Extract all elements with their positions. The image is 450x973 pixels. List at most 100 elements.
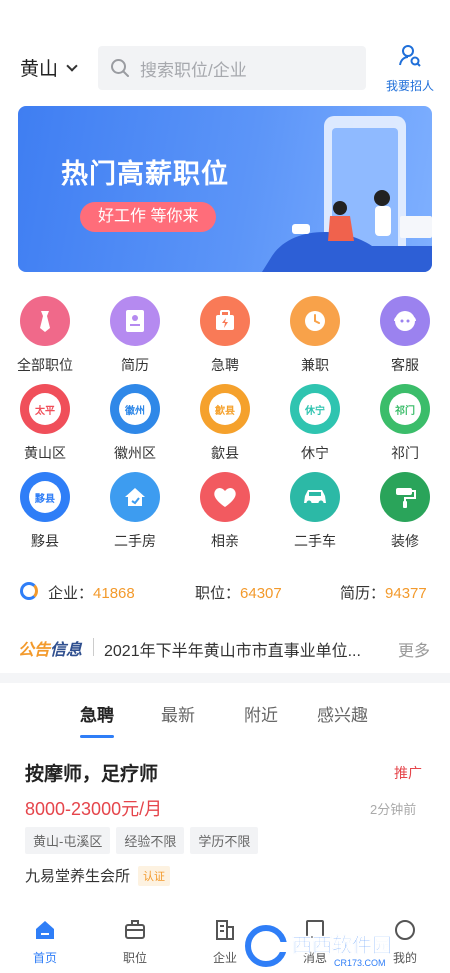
grid-label: 装修 <box>391 533 419 549</box>
location-pin-icon: 太平 <box>20 384 70 434</box>
nav-jobs[interactable]: 职位 <box>110 918 160 966</box>
clock-icon <box>290 296 340 346</box>
stats-bar: 企业：41868 职位：64307 简历：94377 <box>0 576 450 606</box>
section-divider <box>0 673 450 683</box>
promo-label: 推广 <box>394 765 422 781</box>
banner-pill: 好工作 等你来 <box>80 202 217 232</box>
grid-label: 急聘 <box>211 357 239 373</box>
grid-item-huangshan-district[interactable]: 太平 黄山区 <box>10 384 80 463</box>
grid-label: 二手车 <box>294 533 336 549</box>
notice-bar[interactable]: 公告信息 2021年下半年黄山市市直事业单位... 更多 <box>0 626 450 666</box>
grid-label: 简历 <box>121 357 149 373</box>
resume-icon <box>110 296 160 346</box>
home-icon <box>36 921 54 939</box>
grid-item-used-car[interactable]: 二手车 <box>280 472 350 551</box>
grid-label: 歙县 <box>211 445 239 461</box>
site-watermark: 西西软件园 CR173.COM <box>245 925 392 968</box>
grid-label: 黄山区 <box>24 445 66 461</box>
grid-item-parttime[interactable]: 兼职 <box>280 296 350 375</box>
car-icon <box>290 472 340 522</box>
grid-item-shexian[interactable]: 歙县 歙县 <box>190 384 260 463</box>
urgent-bag-icon <box>200 296 250 346</box>
grid-badge: 太平 <box>29 393 61 425</box>
job-title: 按摩师，足疗师 <box>25 764 159 785</box>
grid-row: 太平 黄山区 徽州 徽州区 歙县 歙县 休宁 休宁 祁门 祁门 <box>0 384 450 464</box>
stat-label: 职位： <box>195 585 241 602</box>
grid-item-qimen[interactable]: 祁门 祁门 <box>370 384 440 463</box>
grid-item-xiuning[interactable]: 休宁 休宁 <box>280 384 350 463</box>
grid-badge: 徽州 <box>119 393 151 425</box>
grid-label: 黟县 <box>31 533 59 549</box>
city-label: 黄山 <box>20 59 59 80</box>
grid-row: 黟县 黟县 二手房 相亲 二手车 装修 <box>0 472 450 552</box>
job-tag: 黄山-屯溪区 <box>25 827 111 854</box>
recruiter-icon <box>399 45 421 67</box>
grid-row: 全部职位 简历 急聘 兼职 客服 <box>0 296 450 376</box>
grid-item-huizhou-district[interactable]: 徽州 徽州区 <box>100 384 170 463</box>
banner-illustration <box>262 116 432 272</box>
notice-more-link[interactable]: 更多 <box>398 637 430 661</box>
nav-label: 职位 <box>122 951 147 965</box>
search-placeholder: 搜索职位/企业 <box>140 60 247 80</box>
grid-label: 相亲 <box>211 533 239 549</box>
grid-item-service[interactable]: 客服 <box>370 296 440 375</box>
grid-item-decoration[interactable]: 装修 <box>370 472 440 551</box>
verified-badge: 认证 <box>138 865 171 886</box>
location-pin-icon: 黟县 <box>20 472 70 522</box>
job-salary: 8000-23000元/月 <box>25 799 163 819</box>
grid-item-second-hand-house[interactable]: 二手房 <box>100 472 170 551</box>
grid-label: 兼职 <box>301 357 329 373</box>
tab-nearby[interactable]: 附近 <box>244 701 278 726</box>
grid-item-urgent[interactable]: 急聘 <box>190 296 260 375</box>
stat-value: 41868 <box>93 585 135 602</box>
paint-roller-icon <box>380 472 430 522</box>
recruit-button[interactable]: 我要招人 <box>380 44 440 93</box>
company-row: 九易堂养生会所 认证 <box>25 865 171 886</box>
search-input[interactable]: 搜索职位/企业 <box>98 46 366 90</box>
grid-label: 客服 <box>391 357 419 373</box>
grid-item-resume[interactable]: 简历 <box>100 296 170 375</box>
stat-value: 64307 <box>240 585 282 602</box>
grid-badge: 祁门 <box>389 393 421 425</box>
grid-item-all-jobs[interactable]: 全部职位 <box>10 296 80 375</box>
grid-label: 二手房 <box>114 533 156 549</box>
job-posted-time: 2分钟前 <box>370 802 417 817</box>
company-name: 九易堂养生会所 <box>25 868 131 885</box>
grid-badge: 黟县 <box>29 481 61 513</box>
stat-value: 94377 <box>385 585 427 602</box>
recruit-label: 我要招人 <box>385 79 434 93</box>
stat-resumes: 简历：94377 <box>340 582 427 603</box>
tie-icon <box>20 296 70 346</box>
grid-badge: 歙县 <box>209 393 241 425</box>
location-pin-icon: 歙县 <box>200 384 250 434</box>
city-selector[interactable]: 黄山 <box>20 54 78 81</box>
notice-text[interactable]: 2021年下半年黄山市市直事业单位... <box>104 637 384 661</box>
grid-label: 全部职位 <box>17 357 73 373</box>
location-pin-icon: 休宁 <box>290 384 340 434</box>
stats-icon <box>20 582 38 600</box>
job-tag: 学历不限 <box>190 827 259 854</box>
promo-banner[interactable]: 热门高薪职位 好工作 等你来 <box>18 106 432 272</box>
stat-jobs: 职位：64307 <box>195 582 282 603</box>
grid-badge: 休宁 <box>299 393 331 425</box>
notice-tag: 公告信息 <box>18 636 82 660</box>
briefcase-icon <box>125 920 145 939</box>
nav-label: 首页 <box>32 951 57 965</box>
tab-latest[interactable]: 最新 <box>161 701 195 726</box>
stat-label: 简历： <box>340 585 386 602</box>
nav-home[interactable]: 首页 <box>20 918 70 966</box>
location-pin-icon: 徽州 <box>110 384 160 434</box>
tab-urgent[interactable]: 急聘 <box>80 701 114 726</box>
notice-divider <box>93 638 94 656</box>
top-bar: 黄山 搜索职位/企业 我要招人 <box>0 44 450 93</box>
building-icon <box>216 920 234 940</box>
watermark-url: CR173.COM <box>334 958 386 968</box>
stat-label: 企业： <box>48 585 94 602</box>
grid-item-dating[interactable]: 相亲 <box>190 472 260 551</box>
job-card[interactable]: 按摩师，足疗师 推广 8000-23000元/月 2分钟前 黄山-屯溪区 经验不… <box>0 755 450 895</box>
tab-interested[interactable]: 感兴趣 <box>317 701 368 726</box>
notice-tag-a: 公告 <box>18 642 51 659</box>
stat-company: 企业：41868 <box>48 582 135 603</box>
chevron-down-icon <box>66 59 78 72</box>
grid-item-yixian[interactable]: 黟县 黟县 <box>10 472 80 551</box>
